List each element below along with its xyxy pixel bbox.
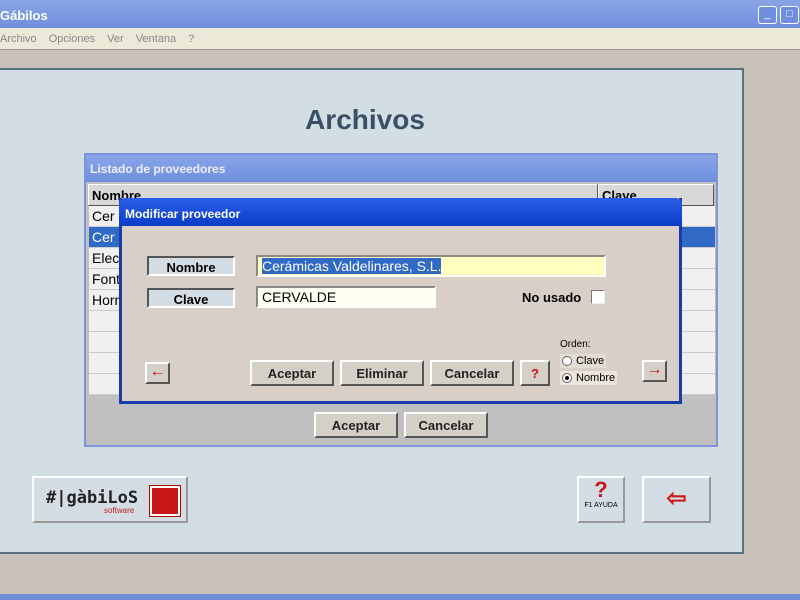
orden-label: Orden: <box>560 339 591 350</box>
row-nombre: Horn <box>92 292 123 308</box>
delete-button[interactable]: Eliminar <box>340 360 424 386</box>
exit-button[interactable]: ⇦ <box>642 476 711 523</box>
cancel-button[interactable]: Cancelar <box>430 360 514 386</box>
arrow-right-icon: → <box>646 361 663 378</box>
window-title: Gábilos <box>0 8 48 23</box>
f1-help-button[interactable]: ? F1 AYUDA <box>577 476 625 523</box>
clave-label: Clave <box>147 288 235 308</box>
menu-opciones[interactable]: Opciones <box>49 33 95 45</box>
help-button[interactable]: ? <box>520 360 550 386</box>
row-nombre: Font <box>92 271 121 287</box>
page-title: Archivos <box>305 104 425 135</box>
dialog-title: Modificar proveedor <box>119 198 682 226</box>
menu-help[interactable]: ? <box>188 33 194 45</box>
menu-archivo[interactable]: Archivo <box>0 33 37 45</box>
next-button[interactable]: → <box>642 360 667 382</box>
logo-text: #|gàbiLoS <box>46 488 139 508</box>
nombre-value: Cerámicas Valdelinares, S.L. <box>262 258 442 274</box>
maximize-button[interactable]: □ <box>780 6 799 24</box>
help-label: F1 AYUDA <box>584 502 618 509</box>
minimize-button[interactable]: _ <box>758 6 777 24</box>
row-nombre: Cer <box>92 229 115 245</box>
clave-input[interactable]: CERVALDE <box>256 286 436 308</box>
logo-mark-icon <box>149 485 181 517</box>
menu-ver[interactable]: Ver <box>107 33 124 45</box>
accept-button[interactable]: Aceptar <box>250 360 334 386</box>
title-bar: Gábilos <box>0 0 800 28</box>
radio-icon <box>562 356 572 367</box>
list-accept-button[interactable]: Aceptar <box>314 412 398 438</box>
exit-arrow-icon: ⇦ <box>666 485 687 512</box>
menu-bar: Archivo Opciones Ver Ventana? <box>0 28 800 50</box>
orden-radio-clave[interactable]: Clave <box>560 354 607 368</box>
menu-ventana[interactable]: Ventana <box>136 33 176 45</box>
radio-label: Nombre <box>576 372 616 384</box>
orden-radio-nombre[interactable]: Nombre <box>560 371 618 385</box>
logo-subtext: software <box>104 506 135 515</box>
arrow-left-icon: ← <box>149 363 166 380</box>
list-title: Listado de proveedores <box>86 155 716 182</box>
modify-supplier-dialog: Modificar proveedor Nombre Cerámicas Val… <box>119 198 682 404</box>
taskbar-edge <box>0 594 800 600</box>
radio-label: Clave <box>576 355 605 367</box>
no-usado-checkbox[interactable] <box>591 290 605 304</box>
gabilos-logo-button[interactable]: #|gàbiLoS software <box>32 476 188 523</box>
previous-button[interactable]: ← <box>145 362 170 384</box>
no-usado-label: No usado <box>522 290 582 305</box>
radio-selected-icon <box>562 373 572 384</box>
list-cancel-button[interactable]: Cancelar <box>404 412 488 438</box>
row-nombre: Cer <box>92 208 115 224</box>
nombre-label: Nombre <box>147 256 235 276</box>
question-icon: ? <box>594 477 608 502</box>
row-nombre: Elec <box>92 250 120 266</box>
nombre-input[interactable]: Cerámicas Valdelinares, S.L. <box>256 255 606 277</box>
